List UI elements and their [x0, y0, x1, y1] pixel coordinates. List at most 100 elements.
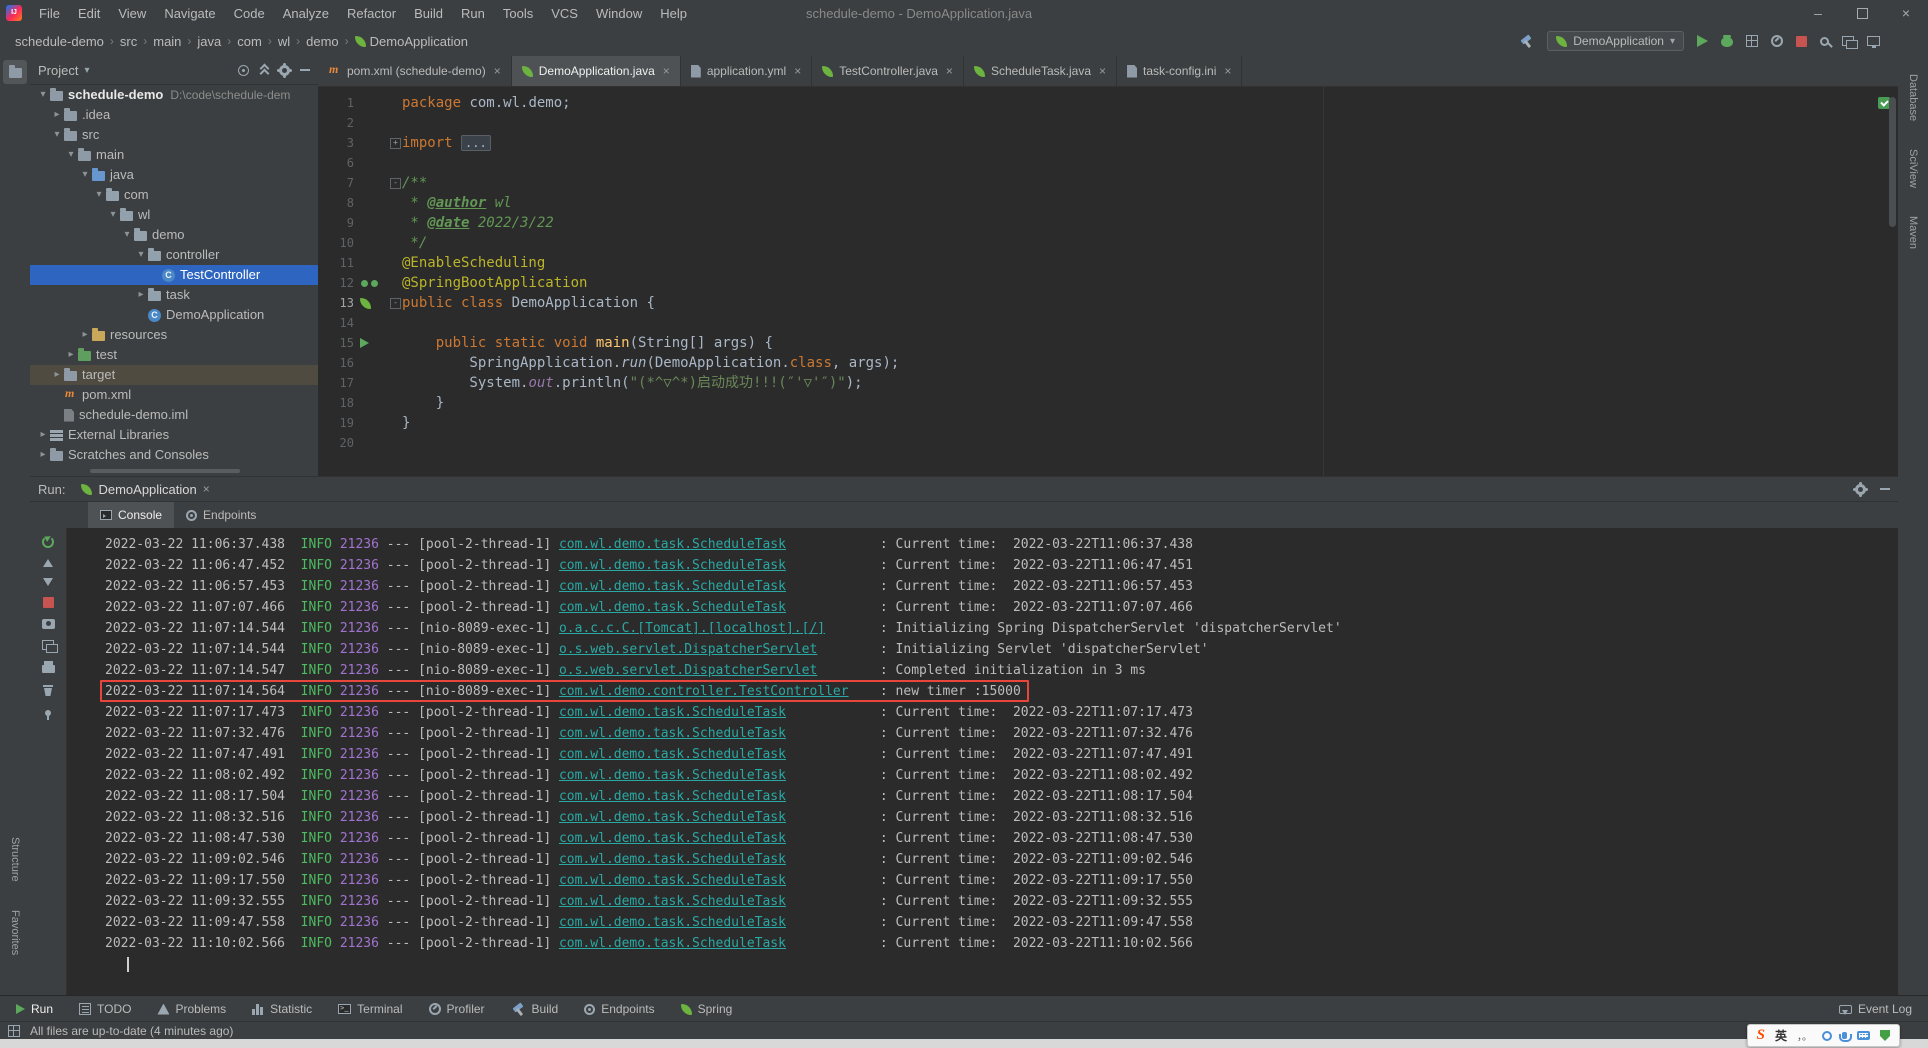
log-logger-link[interactable]: com.wl.demo.task.ScheduleTask — [559, 579, 786, 594]
chevron-open-icon[interactable]: ▾ — [106, 205, 120, 225]
toolwindow-button-terminal[interactable]: Terminal — [338, 1002, 402, 1016]
tree-item-schedule-demo-iml[interactable]: schedule-demo.iml — [30, 405, 318, 425]
menu-refactor[interactable]: Refactor — [338, 2, 405, 25]
chevron-open-icon[interactable]: ▾ — [36, 85, 50, 105]
log-logger-link[interactable]: com.wl.demo.task.ScheduleTask — [559, 915, 786, 930]
sogou-lang-mode[interactable]: 英 — [1775, 1027, 1787, 1044]
run-config-selector[interactable]: DemoApplication▾ — [1547, 31, 1684, 51]
tree-item-idea[interactable]: ▸.idea — [30, 105, 318, 125]
rerun-icon[interactable] — [42, 536, 54, 548]
spring-bean-icon[interactable] — [371, 280, 378, 287]
menu-edit[interactable]: Edit — [69, 2, 109, 25]
chevron-closed-icon[interactable]: ▸ — [64, 345, 78, 365]
log-logger-link[interactable]: com.wl.demo.task.ScheduleTask — [559, 810, 786, 825]
breadcrumb-item-demoapplication[interactable]: DemoApplication — [352, 32, 471, 51]
log-logger-link[interactable]: o.a.c.c.C.[Tomcat].[localhost].[/] — [559, 621, 825, 636]
clear-console-icon[interactable] — [42, 684, 54, 697]
log-logger-link[interactable]: com.wl.demo.task.ScheduleTask — [559, 747, 786, 762]
spring-boot-run-icon[interactable] — [360, 298, 371, 309]
log-logger-link[interactable]: com.wl.demo.task.ScheduleTask — [559, 558, 786, 573]
chevron-closed-icon[interactable]: ▸ — [50, 105, 64, 125]
hide-run-panel-icon[interactable] — [1880, 488, 1890, 490]
editor-scrollbar[interactable] — [1889, 97, 1896, 227]
project-tool-button[interactable] — [3, 60, 27, 84]
sogou-voice-icon[interactable] — [1842, 1032, 1847, 1039]
log-logger-link[interactable]: com.wl.demo.controller.TestController — [559, 684, 849, 699]
toolwindow-button-statistic[interactable]: Statistic — [252, 1002, 312, 1016]
close-tab-icon[interactable]: × — [1099, 64, 1106, 78]
tool-button-maven[interactable]: Maven — [1907, 216, 1919, 249]
project-settings-icon[interactable] — [279, 65, 290, 76]
close-tab-icon[interactable]: × — [494, 64, 501, 78]
menu-build[interactable]: Build — [405, 2, 452, 25]
breadcrumb-item-schedule-demo[interactable]: schedule-demo — [12, 32, 107, 51]
breadcrumb-item-src[interactable]: src — [117, 32, 140, 51]
stop-icon[interactable] — [43, 597, 54, 608]
tree-item-demoapplication[interactable]: DemoApplication — [30, 305, 318, 325]
toolwindow-button-profiler[interactable]: Profiler — [429, 1002, 485, 1016]
close-run-tab-icon[interactable]: × — [203, 482, 210, 496]
run-settings-icon[interactable] — [1855, 484, 1866, 495]
chevron-open-icon[interactable]: ▾ — [134, 245, 148, 265]
menu-code[interactable]: Code — [225, 2, 274, 25]
log-logger-link[interactable]: com.wl.demo.task.ScheduleTask — [559, 537, 786, 552]
chevron-open-icon[interactable]: ▾ — [78, 165, 92, 185]
sogou-logo-icon[interactable]: S — [1757, 1027, 1765, 1044]
fold-marker-icon[interactable]: - — [390, 298, 401, 309]
sogou-punct-mode[interactable]: ，。 — [1797, 1028, 1812, 1043]
log-logger-link[interactable]: o.s.web.servlet.DispatcherServlet — [559, 642, 817, 657]
breadcrumb-item-main[interactable]: main — [150, 32, 184, 51]
locate-file-icon[interactable] — [238, 65, 249, 76]
chevron-closed-icon[interactable]: ▸ — [50, 365, 64, 385]
layout-windows-button[interactable] — [1842, 36, 1854, 46]
close-tab-icon[interactable]: × — [946, 64, 953, 78]
tab-scheduletask-java[interactable]: ScheduleTask.java× — [964, 56, 1117, 86]
breadcrumb-item-demo[interactable]: demo — [303, 32, 342, 51]
profiler-button[interactable] — [1771, 35, 1783, 47]
toolwindow-button-run[interactable]: Run — [16, 1002, 53, 1016]
breadcrumb-item-com[interactable]: com — [234, 32, 265, 51]
tab-endpoints[interactable]: Endpoints — [174, 502, 268, 528]
log-logger-link[interactable]: com.wl.demo.task.ScheduleTask — [559, 705, 786, 720]
collapse-all-icon[interactable] — [259, 64, 269, 77]
menu-vcs[interactable]: VCS — [542, 2, 587, 25]
menu-window[interactable]: Window — [587, 2, 651, 25]
fold-marker-icon[interactable]: + — [390, 138, 401, 149]
breadcrumb-item-wl[interactable]: wl — [275, 32, 293, 51]
menu-analyze[interactable]: Analyze — [274, 2, 338, 25]
tree-item-controller[interactable]: ▾controller — [30, 245, 318, 265]
log-logger-link[interactable]: com.wl.demo.task.ScheduleTask — [559, 852, 786, 867]
close-button[interactable]: × — [1884, 0, 1928, 26]
toolwindow-button-build[interactable]: Build — [511, 1002, 559, 1016]
tree-item-src[interactable]: ▾src — [30, 125, 318, 145]
log-logger-link[interactable]: com.wl.demo.task.ScheduleTask — [559, 831, 786, 846]
log-logger-link[interactable]: com.wl.demo.task.ScheduleTask — [559, 600, 786, 615]
maximize-button[interactable] — [1840, 0, 1884, 26]
tree-item-main[interactable]: ▾main — [30, 145, 318, 165]
toolwindow-button-problems[interactable]: Problems — [157, 1002, 226, 1016]
log-logger-link[interactable]: com.wl.demo.task.ScheduleTask — [559, 768, 786, 783]
log-logger-link[interactable]: com.wl.demo.task.ScheduleTask — [559, 789, 786, 804]
chevron-closed-icon[interactable]: ▸ — [78, 325, 92, 345]
hide-project-panel-icon[interactable] — [300, 69, 310, 71]
tab-demoapplication-java[interactable]: DemoApplication.java× — [512, 56, 681, 86]
tool-button-favorites[interactable]: Favorites — [9, 910, 21, 955]
run-main-icon[interactable] — [360, 338, 369, 348]
console-output[interactable]: 2022-03-22 11:06:37.438 INFO 21236 --- [… — [67, 528, 1898, 996]
close-tab-icon[interactable]: × — [663, 64, 670, 78]
project-hscrollbar[interactable] — [90, 469, 240, 473]
tree-item-task[interactable]: ▸task — [30, 285, 318, 305]
toolwindow-button-todo[interactable]: TODO — [79, 1002, 131, 1016]
chevron-closed-icon[interactable]: ▸ — [36, 425, 50, 445]
dump-threads-icon[interactable] — [42, 619, 55, 629]
tree-item-scratches-and-consoles[interactable]: ▸Scratches and Consoles — [30, 445, 318, 465]
menu-help[interactable]: Help — [651, 2, 696, 25]
event-log-item[interactable]: Event Log — [1839, 1002, 1912, 1016]
menu-navigate[interactable]: Navigate — [155, 2, 224, 25]
tree-item-com[interactable]: ▾com — [30, 185, 318, 205]
tab-pom-xml-schedule-demo[interactable]: pom.xml (schedule-demo)× — [318, 56, 512, 86]
menu-view[interactable]: View — [109, 2, 155, 25]
tree-item-target[interactable]: ▸target — [30, 365, 318, 385]
chevron-open-icon[interactable]: ▾ — [92, 185, 106, 205]
close-tab-icon[interactable]: × — [794, 64, 801, 78]
